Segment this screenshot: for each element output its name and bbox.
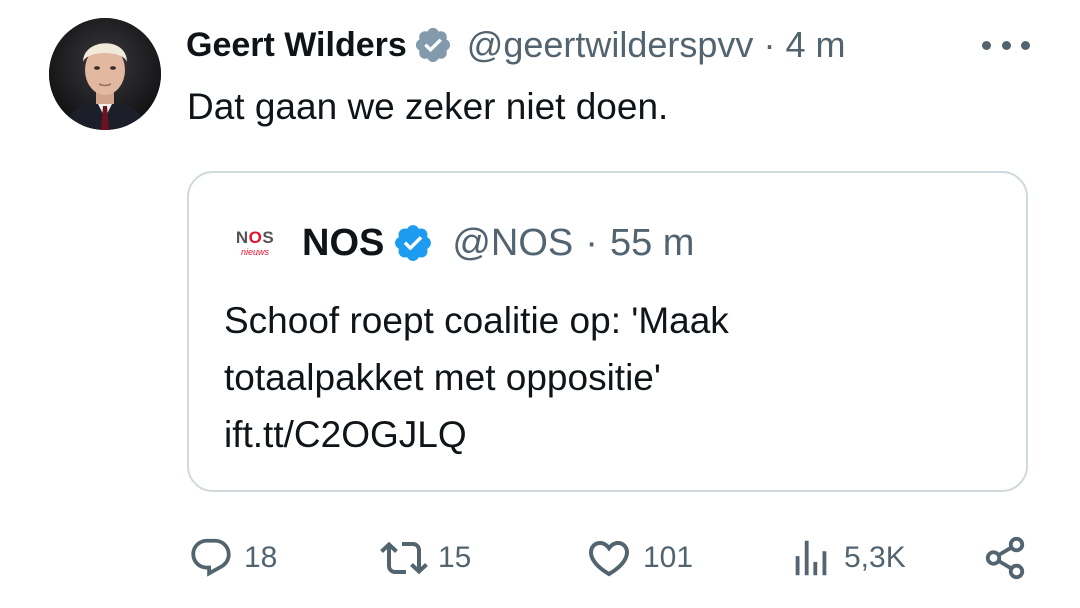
views-icon [795, 540, 827, 576]
repost-button[interactable]: 15 [380, 528, 471, 588]
separator-dot: · [763, 24, 776, 65]
quoted-timestamp[interactable]: 55 m [610, 222, 694, 265]
tweet-text: Dat gaan we zeker niet doen. [187, 86, 669, 127]
avatar[interactable] [49, 18, 161, 130]
ellipsis-dot [982, 40, 991, 50]
repost-count: 15 [438, 541, 472, 574]
timestamp[interactable]: 4 m [785, 24, 845, 66]
nos-logo-subtext: nieuws [240, 247, 269, 257]
reply-count: 18 [244, 541, 278, 574]
ellipsis-dot [1021, 40, 1030, 50]
share-button[interactable] [982, 528, 1028, 588]
action-bar: 18 15 101 5,3K [0, 528, 1080, 588]
like-button[interactable]: 101 [585, 528, 693, 588]
quoted-author-name[interactable]: NOS [302, 222, 384, 265]
tweet-header: Geert Wilders @geertwilderspvv · 4 m [186, 18, 1026, 72]
author-name[interactable]: Geert Wilders [186, 26, 407, 65]
quoted-text-line: Schoof roept coalitie op: 'Maak [224, 300, 729, 341]
views-button[interactable]: 5,3K [788, 528, 906, 588]
quoted-tweet-header: NOS nieuws NOS @NOS · 55 m [224, 213, 695, 273]
like-icon [588, 541, 630, 577]
quoted-link[interactable]: ift.tt/C2OGJLQ [224, 406, 729, 463]
ellipsis-dot [1001, 40, 1011, 50]
profile-photo [49, 18, 161, 130]
verified-badge-icon[interactable] [392, 222, 434, 264]
verified-badge-icon[interactable] [413, 25, 453, 65]
reply-icon [191, 538, 231, 577]
reply-button[interactable]: 18 [188, 528, 277, 588]
quoted-tweet-text: Schoof roept coalitie op: 'Maak totaalpa… [224, 292, 729, 463]
views-count: 5,3K [844, 541, 906, 574]
author-handle[interactable]: @geertwilderspvv [467, 24, 754, 66]
quoted-tweet-card[interactable]: NOS nieuws NOS @NOS · 55 m Schoof roept … [187, 171, 1028, 492]
repost-icon [380, 541, 428, 575]
nos-logo[interactable]: NOS nieuws [224, 217, 286, 269]
like-count: 101 [643, 541, 694, 574]
quoted-text-line: totaalpakket met oppositie' [224, 357, 661, 398]
separator-dot: · [585, 221, 598, 264]
quoted-author-handle[interactable]: @NOS [452, 222, 573, 265]
nos-logo-text: NOS [235, 228, 275, 247]
ellipsis-icon[interactable] [982, 30, 1030, 60]
share-icon [985, 536, 1025, 580]
